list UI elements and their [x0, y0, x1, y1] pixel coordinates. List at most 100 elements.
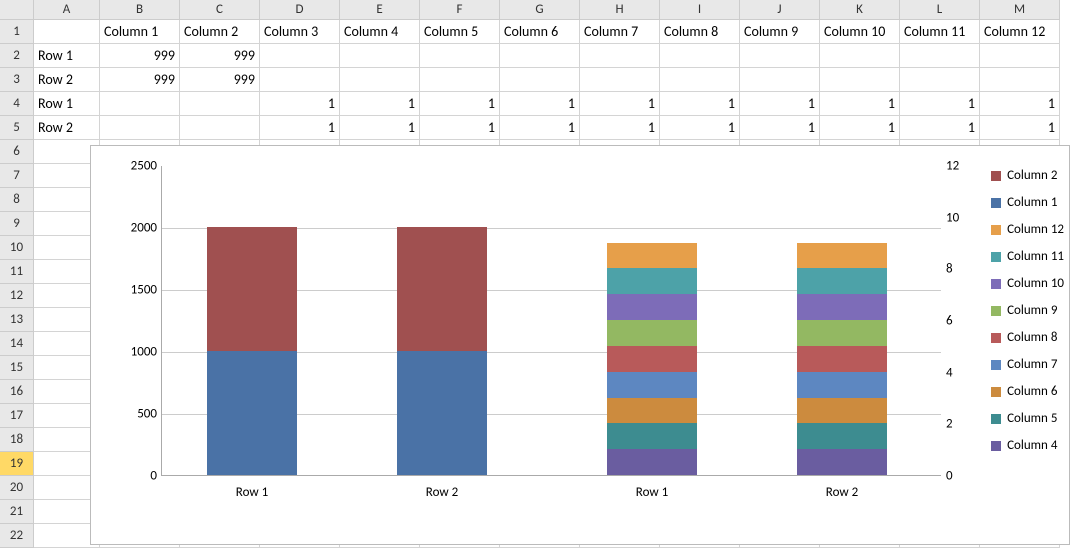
row-header-13[interactable]: 13 — [0, 308, 34, 332]
cell-M2[interactable] — [980, 44, 1060, 68]
column-header-B[interactable]: B — [100, 0, 180, 20]
cell-A3[interactable]: Row 2 — [34, 68, 100, 92]
cell-A5[interactable]: Row 2 — [34, 116, 100, 140]
cell-M3[interactable] — [980, 68, 1060, 92]
cell-I2[interactable] — [660, 44, 740, 68]
cell-G1[interactable]: Column 6 — [500, 20, 580, 44]
cell-A4[interactable]: Row 1 — [34, 92, 100, 116]
row-header-7[interactable]: 7 — [0, 164, 34, 188]
row-header-11[interactable]: 11 — [0, 260, 34, 284]
row-header-18[interactable]: 18 — [0, 428, 34, 452]
column-header-I[interactable]: I — [660, 0, 740, 20]
cell-B2[interactable]: 999 — [100, 44, 180, 68]
cell-G5[interactable]: 1 — [500, 116, 580, 140]
row-header-20[interactable]: 20 — [0, 476, 34, 500]
cell-D3[interactable] — [260, 68, 340, 92]
cell-I5[interactable]: 1 — [660, 116, 740, 140]
column-header-M[interactable]: M — [980, 0, 1060, 20]
column-header-A[interactable]: A — [34, 0, 100, 20]
column-header-D[interactable]: D — [260, 0, 340, 20]
cell-K3[interactable] — [820, 68, 900, 92]
cell-M5[interactable]: 1 — [980, 116, 1060, 140]
cell-C4[interactable] — [180, 92, 260, 116]
cell-I3[interactable] — [660, 68, 740, 92]
row-header-14[interactable]: 14 — [0, 332, 34, 356]
cell-H3[interactable] — [580, 68, 660, 92]
cell-J2[interactable] — [740, 44, 820, 68]
cell-E2[interactable] — [340, 44, 420, 68]
cell-K4[interactable]: 1 — [820, 92, 900, 116]
column-header-K[interactable]: K — [820, 0, 900, 20]
cell-F5[interactable]: 1 — [420, 116, 500, 140]
cell-E3[interactable] — [340, 68, 420, 92]
cell-C3[interactable]: 999 — [180, 68, 260, 92]
cell-G3[interactable] — [500, 68, 580, 92]
cell-D5[interactable]: 1 — [260, 116, 340, 140]
chart[interactable]: 05001000150020002500024681012Row 1Row 2R… — [90, 145, 1070, 545]
cell-L1[interactable]: Column 11 — [900, 20, 980, 44]
row-header-12[interactable]: 12 — [0, 284, 34, 308]
cell-J3[interactable] — [740, 68, 820, 92]
row-header-10[interactable]: 10 — [0, 236, 34, 260]
row-header-3[interactable]: 3 — [0, 68, 34, 92]
column-header-C[interactable]: C — [180, 0, 260, 20]
cell-L5[interactable]: 1 — [900, 116, 980, 140]
cell-B4[interactable] — [100, 92, 180, 116]
cell-J1[interactable]: Column 9 — [740, 20, 820, 44]
row-header-19[interactable]: 19 — [0, 452, 34, 476]
column-header-H[interactable]: H — [580, 0, 660, 20]
cell-H4[interactable]: 1 — [580, 92, 660, 116]
cell-A1[interactable] — [34, 20, 100, 44]
cell-L4[interactable]: 1 — [900, 92, 980, 116]
cell-M4[interactable]: 1 — [980, 92, 1060, 116]
row-header-17[interactable]: 17 — [0, 404, 34, 428]
cell-L3[interactable] — [900, 68, 980, 92]
row-header-1[interactable]: 1 — [0, 20, 34, 44]
cell-D1[interactable]: Column 3 — [260, 20, 340, 44]
cell-J5[interactable]: 1 — [740, 116, 820, 140]
cell-H1[interactable]: Column 7 — [580, 20, 660, 44]
cell-I1[interactable]: Column 8 — [660, 20, 740, 44]
cell-F3[interactable] — [420, 68, 500, 92]
cell-M1[interactable]: Column 12 — [980, 20, 1060, 44]
column-header-L[interactable]: L — [900, 0, 980, 20]
cell-B5[interactable] — [100, 116, 180, 140]
row-header-5[interactable]: 5 — [0, 116, 34, 140]
cell-C5[interactable] — [180, 116, 260, 140]
cell-K2[interactable] — [820, 44, 900, 68]
row-header-15[interactable]: 15 — [0, 356, 34, 380]
cell-G4[interactable]: 1 — [500, 92, 580, 116]
select-all-corner[interactable] — [0, 0, 34, 20]
cell-I4[interactable]: 1 — [660, 92, 740, 116]
cell-D2[interactable] — [260, 44, 340, 68]
cell-F1[interactable]: Column 5 — [420, 20, 500, 44]
cell-G2[interactable] — [500, 44, 580, 68]
row-header-8[interactable]: 8 — [0, 188, 34, 212]
cell-F4[interactable]: 1 — [420, 92, 500, 116]
row-header-6[interactable]: 6 — [0, 140, 34, 164]
row-header-2[interactable]: 2 — [0, 44, 34, 68]
column-header-G[interactable]: G — [500, 0, 580, 20]
cell-F2[interactable] — [420, 44, 500, 68]
column-header-F[interactable]: F — [420, 0, 500, 20]
cell-C1[interactable]: Column 2 — [180, 20, 260, 44]
cell-E1[interactable]: Column 4 — [340, 20, 420, 44]
row-header-21[interactable]: 21 — [0, 500, 34, 524]
cell-J4[interactable]: 1 — [740, 92, 820, 116]
row-header-22[interactable]: 22 — [0, 524, 34, 548]
row-header-4[interactable]: 4 — [0, 92, 34, 116]
column-header-E[interactable]: E — [340, 0, 420, 20]
column-header-J[interactable]: J — [740, 0, 820, 20]
cell-L2[interactable] — [900, 44, 980, 68]
row-header-16[interactable]: 16 — [0, 380, 34, 404]
cell-H2[interactable] — [580, 44, 660, 68]
cell-B1[interactable]: Column 1 — [100, 20, 180, 44]
cell-E4[interactable]: 1 — [340, 92, 420, 116]
cell-H5[interactable]: 1 — [580, 116, 660, 140]
row-header-9[interactable]: 9 — [0, 212, 34, 236]
cell-D4[interactable]: 1 — [260, 92, 340, 116]
cell-B3[interactable]: 999 — [100, 68, 180, 92]
cell-E5[interactable]: 1 — [340, 116, 420, 140]
cell-A2[interactable]: Row 1 — [34, 44, 100, 68]
cell-C2[interactable]: 999 — [180, 44, 260, 68]
